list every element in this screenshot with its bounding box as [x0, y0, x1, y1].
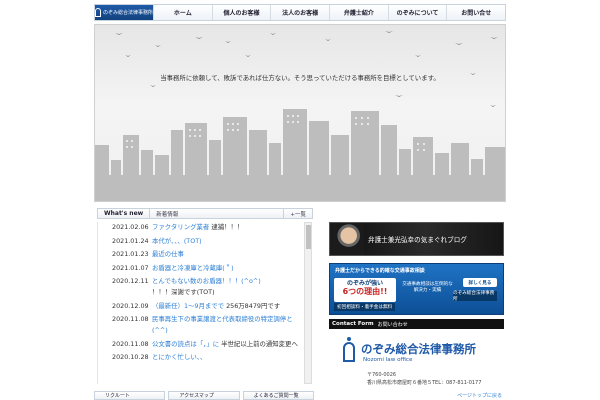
nav-item-lawyers[interactable]: 弁護士紹介	[329, 5, 388, 20]
contact-header-en: Contact Form	[332, 321, 374, 327]
city-skyline-illustration	[95, 31, 505, 201]
list-item: 2021.01.24 本代が、、、(TOT)	[98, 236, 303, 247]
firm-mark-icon	[343, 337, 355, 362]
list-item: 2020.11.08 公文書の読点は「，」に 半世紀以上前の通知変更へ	[98, 339, 303, 350]
bottom-links: リクルート アクセスマップ よくあるご質問一覧	[94, 391, 314, 400]
news-date: 2020.11.08	[112, 315, 149, 324]
logo-text: のぞみ総合法律事務所	[102, 10, 153, 16]
news-date: 2020.12.09	[112, 301, 149, 310]
faq-link[interactable]: よくあるご質問一覧	[242, 391, 314, 400]
news-date: 2021.01.07	[112, 263, 149, 272]
list-item: ！！！深謝です(TOT)	[98, 287, 303, 298]
firm-address: 〒760-0026 香川県高松市磨屋町６番地５TEL：087-811-0177	[367, 372, 481, 387]
postal-code: 〒760-0026	[367, 372, 397, 378]
blog-banner-text: 弁護士兼光弘幸の気まぐれブログ	[368, 236, 467, 244]
news-link[interactable]: とんでもない数のお盾器！！！(^o^)	[152, 277, 261, 285]
news-tab-label: 新着情報	[156, 211, 179, 218]
nav-item-corporate[interactable]: 法人のお客様	[270, 5, 329, 20]
news-more-link[interactable]: +一覧	[283, 209, 312, 218]
nav-item-home[interactable]: ホーム	[153, 5, 212, 20]
news-scrollbar-thumb[interactable]	[306, 225, 311, 249]
news-tab-whats-new[interactable]: What's new	[98, 209, 151, 218]
promo-detail-button[interactable]: 詳しく見る	[463, 278, 497, 287]
news-date: 2021.01.24	[112, 236, 149, 245]
recruit-link[interactable]: リクルート	[94, 391, 166, 400]
logo-mark-icon	[95, 8, 101, 17]
lawyer-portrait	[330, 223, 364, 255]
news-link[interactable]: ファクタリング業者	[152, 223, 209, 231]
news-suffix: 256万8479円です	[226, 301, 281, 310]
hero-banner: 当事務所に依頼して、敗訴であれば仕方ない。そう思っていただける事務所を目標として…	[94, 24, 506, 202]
news-link[interactable]: 最近の仕事	[152, 250, 184, 258]
firm-name: のぞみ総合法律事務所	[361, 342, 476, 356]
news-link[interactable]: （最新任）1～9月までで	[152, 302, 224, 310]
promo-main-line2: 6つの理由!!	[342, 287, 388, 296]
news-suffix: 逮捕！！！	[211, 223, 244, 231]
list-item: 2020.10.28 とにかく忙しい、、	[98, 352, 303, 363]
news-section: What's new 新着情報 +一覧 2021.02.06 ファクタリング業者…	[97, 208, 313, 400]
nav-item-contact[interactable]: お問い合せ	[446, 5, 505, 20]
address-line: 香川県高松市磨屋町６番地５TEL：087-811-0177	[367, 379, 482, 386]
news-list: 2021.02.06 ファクタリング業者 逮捕！！！ 2021.01.24 本代…	[97, 222, 303, 384]
promo-sub-text: 交通事故相談は圧倒的な解決力・実績	[402, 282, 453, 293]
blog-banner[interactable]: 弁護士兼光弘幸の気まぐれブログ	[329, 222, 504, 256]
news-date: 2020.12.11	[112, 277, 149, 285]
news-link[interactable]: 本代が、、、(TOT)	[152, 237, 202, 245]
list-item: 2021.02.06 ファクタリング業者 逮捕！！！	[98, 222, 303, 233]
nav-item-about[interactable]: のぞみについて	[387, 5, 447, 20]
news-date: 2021.02.06	[112, 223, 149, 231]
promo-main: のぞみが強い 6つの理由!!	[334, 278, 396, 302]
news-link[interactable]: とにかく忙しい、、	[152, 353, 206, 361]
list-item: 2020.12.11 とんでもない数のお盾器！！！(^o^)	[98, 276, 303, 287]
list-item: 2021.01.23 最近の仕事	[98, 249, 303, 260]
hero-tagline: 当事務所に依頼して、敗訴であれば仕方ない。そう思っていただける事務所を目標として…	[160, 74, 440, 82]
nav-item-individual[interactable]: 個人のお客様	[211, 5, 271, 20]
access-map-link[interactable]: アクセスマップ	[168, 391, 240, 400]
promo-foot-text: 初回相談料・着手金は無料	[334, 303, 396, 311]
promo-top-text: 弁護士だからできる的確な交通事故相談	[335, 268, 425, 274]
contact-header[interactable]: Contact Form お問い合わせ	[329, 319, 504, 329]
news-date	[98, 287, 152, 298]
news-date: 2021.01.23	[112, 250, 149, 258]
news-suffix: ！！！深謝です(TOT)	[152, 288, 215, 297]
news-header: What's new 新着情報 +一覧	[97, 208, 313, 219]
list-item: 2020.11.08 民事再生下の事業譲渡と代表取締役の特定調停と(^^)	[98, 314, 303, 336]
news-link[interactable]: 公文書の読点は「，」に	[152, 340, 219, 348]
page-top-link[interactable]: ページトップに戻る	[457, 392, 502, 399]
news-date: 2020.10.28	[112, 353, 149, 362]
site-logo[interactable]: のぞみ総合法律事務所	[95, 5, 153, 20]
firm-name-en: Nozomi law office	[363, 357, 413, 363]
firm-logo: のぞみ総合法律事務所 Nozomi law office	[343, 337, 476, 363]
contact-section: Contact Form お問い合わせ のぞみ総合法律事務所 Nozomi la…	[329, 319, 504, 400]
news-date: 2020.11.08	[112, 339, 149, 348]
news-link[interactable]: 民事再生下の事業譲渡と代表取締役の特定調停と(^^)	[152, 315, 293, 334]
global-nav: のぞみ総合法律事務所 ホーム 個人のお客様 法人のお客様 弁護士紹介 のぞみにつ…	[94, 4, 506, 21]
list-item: 2020.12.09 （最新任）1～9月までで 256万8479円です	[98, 301, 303, 312]
contact-header-jp: お問い合わせ	[377, 321, 408, 328]
traffic-accident-banner[interactable]: 弁護士だからできる的確な交通事故相談 のぞみが強い 6つの理由!! 交通事故相談…	[329, 263, 504, 315]
news-suffix: 半世紀以上前の通知変更へ	[221, 339, 298, 348]
news-scrollbar[interactable]	[304, 222, 312, 384]
promo-firm-name: のぞみ総合法律事務所	[453, 291, 497, 302]
list-item: 2021.01.07 お盾器と冷凍庫と冷蔵庫(＂)	[98, 263, 303, 274]
news-link[interactable]: お盾器と冷凍庫と冷蔵庫(＂)	[152, 264, 234, 272]
